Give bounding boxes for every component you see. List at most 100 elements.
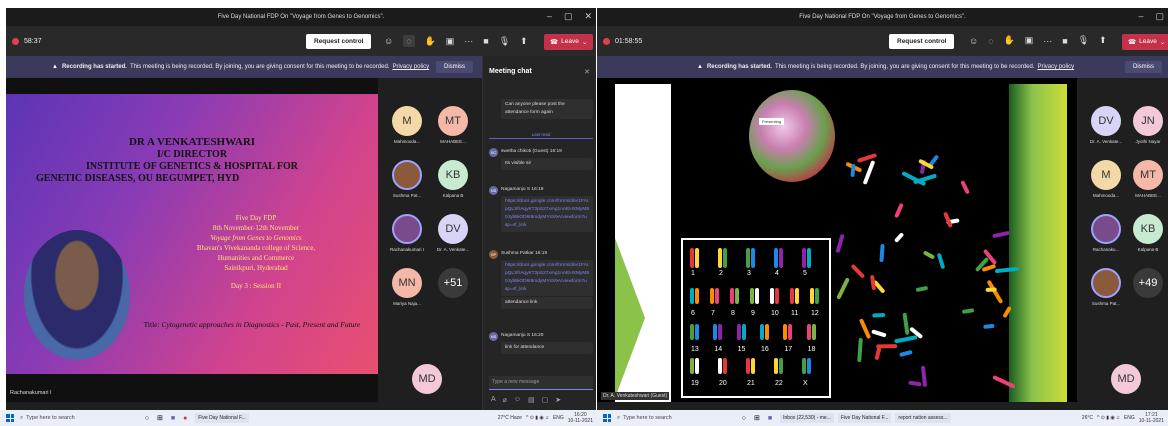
- chat-message-input[interactable]: Type a new message: [489, 376, 593, 390]
- gif-icon[interactable]: ▤: [528, 396, 535, 404]
- participant-tile[interactable]: JN Jyothi Nayar: [1127, 106, 1168, 144]
- minimize-icon[interactable]: –: [547, 11, 552, 22]
- language[interactable]: ENG: [553, 415, 564, 421]
- tray-icons[interactable]: ^ ⊙ ▮ ◉ ♫: [526, 415, 549, 421]
- chat-icon[interactable]: ◌: [988, 36, 993, 46]
- leave-button[interactable]: ☎ Leave ⌄: [1122, 34, 1168, 50]
- taskbar-app[interactable]: report nation assess...: [895, 413, 951, 423]
- language[interactable]: ENG: [1124, 415, 1135, 421]
- cortana-icon[interactable]: ○: [742, 415, 746, 422]
- dismiss-button[interactable]: Dismiss: [1125, 61, 1162, 73]
- participant-tile[interactable]: Sushma Pat...: [1085, 268, 1127, 306]
- sticker-icon[interactable]: ▢: [542, 396, 549, 404]
- send-icon[interactable]: ➤: [555, 396, 561, 404]
- participant-tile[interactable]: DV Dr. A. Venkate...: [1085, 106, 1127, 144]
- weather: 27°C Haze: [497, 415, 522, 421]
- form-link[interactable]: https://docs.google.com/forms/d/e/1FAIpQ…: [501, 260, 593, 296]
- participant-tile[interactable]: Rachanakumari I: [386, 214, 428, 252]
- karyotype-number: 4: [775, 270, 779, 277]
- close-chat-icon[interactable]: ✕: [584, 68, 590, 76]
- participant-tile[interactable]: KB Kalpana B: [432, 160, 474, 198]
- reactions-icon[interactable]: ✋: [425, 36, 436, 47]
- emoji-icon[interactable]: ☺: [514, 396, 521, 404]
- privacy-policy-link[interactable]: Privacy policy: [1037, 64, 1074, 70]
- clock[interactable]: 16:20 10-11-2021: [568, 412, 593, 424]
- participant-tile[interactable]: MT MAHABEE...: [1127, 160, 1168, 198]
- taskbar-app[interactable]: Inbox (22,530) - me...: [780, 413, 834, 423]
- participant-tile[interactable]: MD: [1105, 364, 1147, 394]
- participant-tile[interactable]: +49: [1127, 268, 1168, 298]
- chromosome: [857, 338, 864, 363]
- dismiss-button[interactable]: Dismiss: [436, 61, 473, 73]
- chat-message: NS Nagamanju S 16:19 https://docs.google.…: [489, 186, 593, 232]
- request-control-button[interactable]: Request control: [889, 34, 955, 49]
- close-icon[interactable]: ✕: [584, 11, 592, 22]
- task-view-icon[interactable]: ⊞: [157, 414, 163, 422]
- clock-date: 10-11-2021: [1138, 418, 1164, 424]
- participant-tile[interactable]: Sushma Pat...: [386, 160, 428, 198]
- teams-icon[interactable]: ■: [171, 415, 175, 422]
- leave-button[interactable]: ☎ Leave ⌄: [544, 34, 594, 50]
- karyotype-number: 20: [719, 380, 727, 387]
- karyotype-chromosome: [695, 288, 699, 304]
- taskbar-app[interactable]: Five Day National F...: [837, 413, 892, 423]
- more-icon[interactable]: ···: [1043, 36, 1052, 46]
- taskbar-app[interactable]: Five Day National F...: [195, 413, 249, 423]
- chromosome: [899, 350, 913, 358]
- cortana-icon[interactable]: ○: [145, 415, 149, 422]
- form-link[interactable]: https://docs.google.com/forms/d/e/1FAIpQ…: [501, 196, 593, 232]
- task-view-icon[interactable]: ⊞: [754, 414, 760, 422]
- windows-start-icon[interactable]: [6, 414, 14, 422]
- tray-icons[interactable]: ^ ⊙ ▮ ◉ ♫: [1097, 415, 1120, 421]
- mic-icon[interactable]: 🎙: [499, 36, 510, 47]
- participant-tile[interactable]: MT MAHABEE...: [432, 106, 474, 144]
- privacy-policy-link[interactable]: Privacy policy: [392, 64, 429, 70]
- chrome-icon[interactable]: ●: [183, 415, 187, 422]
- slide-yellow: Day 3 : Session II: [230, 282, 282, 290]
- participant-tile[interactable]: MN Mariya Naja...: [386, 268, 428, 306]
- slide-line: DR A VENKATESHWARI: [128, 136, 256, 148]
- participants-icon[interactable]: ☺: [969, 36, 978, 46]
- rooms-icon[interactable]: ▣: [446, 36, 455, 47]
- karyotype-chromosome: [718, 324, 723, 340]
- more-icon[interactable]: ···: [464, 36, 473, 46]
- participants-icon[interactable]: ☺: [384, 36, 393, 46]
- share-icon[interactable]: ⬆: [520, 36, 528, 47]
- camera-icon[interactable]: ■: [1062, 36, 1067, 46]
- karyotype-chromosome: [802, 358, 806, 374]
- maximize-icon[interactable]: ▢: [564, 11, 573, 22]
- request-control-button[interactable]: Request control: [306, 34, 372, 49]
- participant-tile[interactable]: KB Kalpana B: [1127, 214, 1168, 252]
- karyotype-chromosome: [723, 248, 727, 268]
- message-time: 16:20: [531, 333, 544, 338]
- participant-tile[interactable]: MD: [406, 364, 448, 394]
- chevron-down-icon: ⌄: [581, 39, 588, 46]
- participant-tile[interactable]: Rachanaku...: [1085, 214, 1127, 252]
- camera-icon[interactable]: ■: [483, 36, 488, 46]
- maximize-icon[interactable]: ▢: [1155, 11, 1164, 22]
- chat-format-tools: A ⌀ ☺ ▤ ▢ ➤: [491, 396, 561, 404]
- format-icon[interactable]: A: [491, 396, 496, 404]
- windows-start-icon[interactable]: [603, 414, 611, 422]
- teams-icon[interactable]: ■: [768, 415, 772, 422]
- mic-icon[interactable]: 🎙: [1078, 35, 1089, 46]
- participant-tile[interactable]: DV Dr. A. Venkate...: [432, 214, 474, 252]
- taskbar-search[interactable]: ⌕ Type here to search: [20, 415, 75, 422]
- participant-tile[interactable]: M Mahmooda...: [1085, 160, 1127, 198]
- share-icon[interactable]: ⬆: [1099, 35, 1107, 46]
- chat-icon[interactable]: ◌: [403, 35, 415, 47]
- minimize-icon[interactable]: –: [1138, 11, 1143, 22]
- avatar: M: [1091, 160, 1121, 190]
- chromosome: [992, 230, 1011, 239]
- leave-label: Leave: [1139, 38, 1157, 45]
- attach-icon[interactable]: ⌀: [503, 396, 507, 404]
- rooms-icon[interactable]: ▣: [1025, 35, 1034, 46]
- clock[interactable]: 17:21 10-11-2021: [1139, 412, 1164, 424]
- participant-tile[interactable]: +51: [432, 268, 474, 298]
- taskbar-search[interactable]: ⌕ Type here to search: [617, 415, 672, 422]
- karyotype-number: 9: [751, 310, 755, 317]
- leave-label: Leave: [561, 38, 579, 45]
- participant-tile[interactable]: M Mahmooda...: [386, 106, 428, 144]
- reactions-icon[interactable]: ✋: [1004, 35, 1015, 46]
- karyotype-chromosome: [774, 248, 778, 268]
